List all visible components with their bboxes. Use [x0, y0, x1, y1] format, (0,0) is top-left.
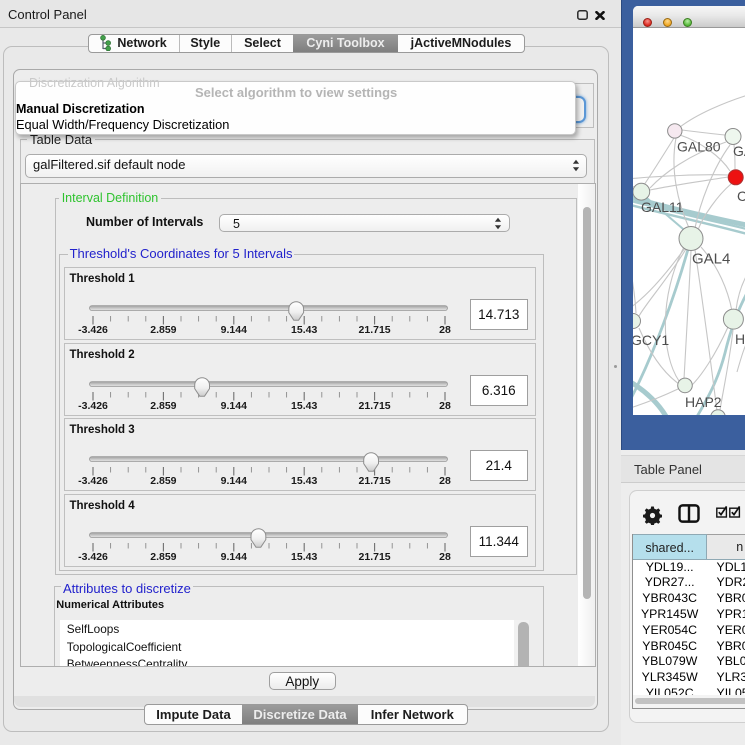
svg-text:9.144: 9.144 [220, 324, 246, 336]
svg-text:-3.426: -3.426 [78, 400, 108, 412]
svg-text:28: 28 [439, 475, 451, 487]
svg-text:-3.426: -3.426 [78, 324, 108, 336]
svg-text:15.43: 15.43 [291, 475, 317, 487]
svg-text:H: H [735, 331, 745, 347]
svg-text:2.859: 2.859 [150, 324, 176, 336]
svg-text:15.43: 15.43 [291, 324, 317, 336]
svg-text:GAL80: GAL80 [677, 138, 721, 154]
svg-text:-3.426: -3.426 [78, 551, 108, 563]
svg-text:28: 28 [439, 551, 451, 563]
svg-text:GCY1: GCY1 [633, 332, 669, 348]
svg-text:C: C [737, 188, 745, 204]
svg-text:HAP2: HAP2 [685, 394, 722, 410]
svg-text:28: 28 [439, 324, 451, 336]
svg-text:2.859: 2.859 [150, 551, 176, 563]
svg-text:15.43: 15.43 [291, 551, 317, 563]
svg-text:9.144: 9.144 [220, 400, 246, 412]
svg-text:2.859: 2.859 [150, 475, 176, 487]
svg-text:2.859: 2.859 [150, 400, 176, 412]
svg-text:21.715: 21.715 [358, 400, 390, 412]
svg-text:9.144: 9.144 [220, 551, 246, 563]
svg-text:21.715: 21.715 [358, 324, 390, 336]
svg-text:28: 28 [439, 400, 451, 412]
svg-text:-3.426: -3.426 [78, 475, 108, 487]
svg-text:21.715: 21.715 [358, 551, 390, 563]
svg-text:GA: GA [733, 143, 745, 159]
svg-text:GAL11: GAL11 [641, 199, 684, 215]
svg-text:21.715: 21.715 [358, 475, 390, 487]
svg-text:9.144: 9.144 [220, 475, 246, 487]
svg-text:15.43: 15.43 [291, 400, 317, 412]
svg-text:GAL4: GAL4 [692, 250, 730, 267]
